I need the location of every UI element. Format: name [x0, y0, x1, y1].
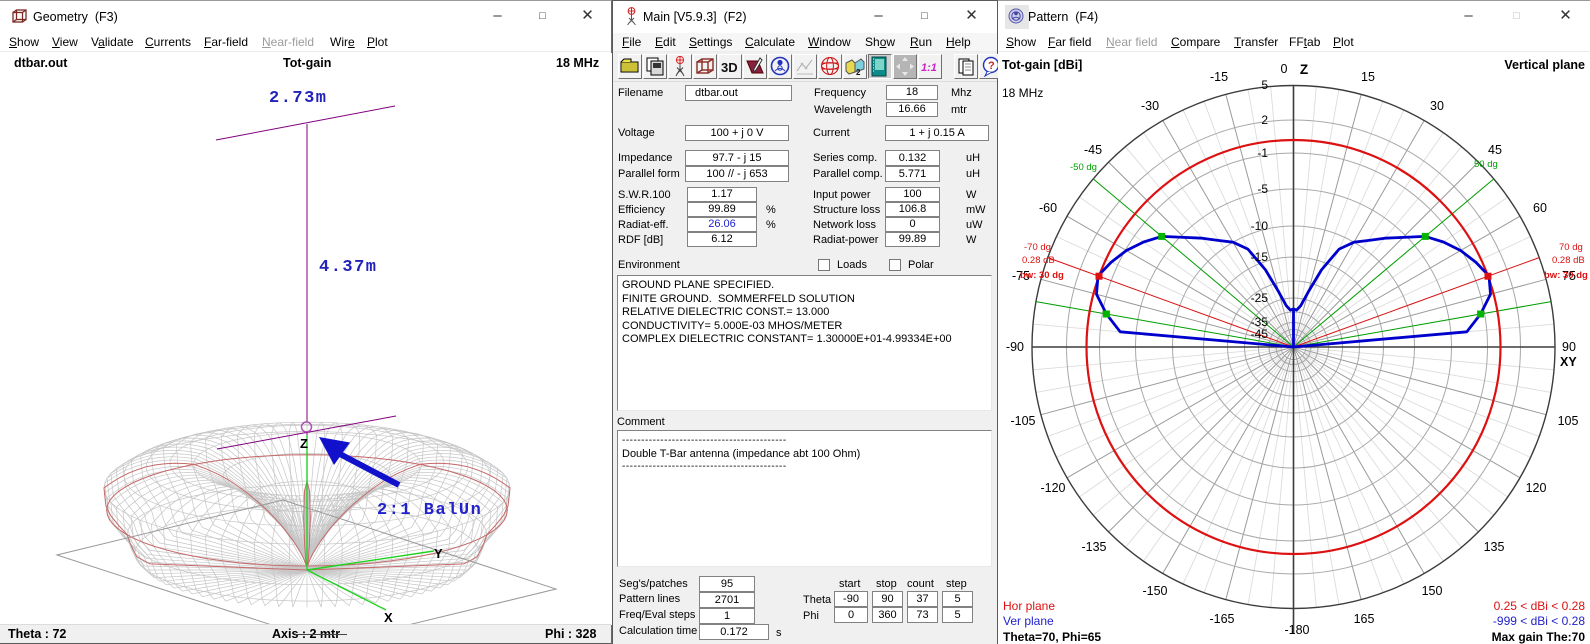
svg-text:Max gain The:70: Max gain The:70 [1492, 630, 1586, 644]
svg-text:30: 30 [1430, 99, 1444, 113]
svg-text:XY: XY [1560, 355, 1577, 369]
svg-text:-150: -150 [1142, 584, 1167, 598]
svg-text:45: 45 [1488, 143, 1502, 157]
svg-text:-30: -30 [1141, 99, 1159, 113]
svg-text:120: 120 [1526, 481, 1547, 495]
svg-text:-1: -1 [1257, 146, 1268, 160]
svg-text:2.73m: 2.73m [269, 89, 328, 108]
svg-text:-90: -90 [1006, 340, 1024, 354]
svg-text:4.37m: 4.37m [319, 258, 378, 277]
svg-text:70 dg: 70 dg [1559, 242, 1583, 253]
svg-text:50 dg: 50 dg [1474, 159, 1498, 170]
svg-text:-45: -45 [1251, 327, 1269, 341]
svg-text:-105: -105 [1010, 414, 1035, 428]
svg-text:-50 dg: -50 dg [1070, 162, 1097, 173]
svg-text:165: 165 [1354, 612, 1375, 626]
svg-text:Z: Z [300, 436, 308, 451]
svg-text:-180: -180 [1284, 623, 1309, 637]
svg-text:60: 60 [1533, 201, 1547, 215]
svg-text:0: 0 [1281, 62, 1288, 76]
svg-text:105: 105 [1558, 414, 1579, 428]
svg-text:0.25 < dBi < 0.28: 0.25 < dBi < 0.28 [1494, 599, 1586, 613]
svg-text:2:1 BalUn: 2:1 BalUn [377, 501, 482, 520]
svg-text:-45: -45 [1084, 143, 1102, 157]
svg-text:Ver plane: Ver plane [1003, 614, 1054, 628]
svg-text:-165: -165 [1209, 612, 1234, 626]
svg-text:-135: -135 [1081, 540, 1106, 554]
svg-text:-15: -15 [1210, 70, 1228, 84]
svg-text:X: X [384, 610, 393, 625]
svg-text:0.28 dB: 0.28 dB [1022, 255, 1055, 266]
svg-text:-5: -5 [1257, 182, 1268, 196]
svg-text:-60: -60 [1039, 201, 1057, 215]
svg-text:bw: 30 dg: bw: 30 dg [1544, 270, 1588, 281]
svg-text:15: 15 [1361, 70, 1375, 84]
svg-text:5: 5 [1261, 78, 1268, 92]
svg-text:90: 90 [1562, 340, 1576, 354]
svg-text:-15: -15 [1251, 250, 1269, 264]
svg-text:Theta=70, Phi=65: Theta=70, Phi=65 [1003, 630, 1101, 644]
svg-text:135: 135 [1484, 540, 1505, 554]
svg-text:150: 150 [1422, 584, 1443, 598]
svg-text:bw: 30 dg: bw: 30 dg [1020, 270, 1064, 281]
svg-text:Z: Z [1300, 62, 1308, 77]
svg-text:Y: Y [434, 546, 443, 561]
svg-text:2: 2 [1261, 113, 1268, 127]
svg-text:-999 < dBi < 0.28: -999 < dBi < 0.28 [1493, 614, 1585, 628]
svg-text:-10: -10 [1251, 219, 1269, 233]
svg-text:-70 dg: -70 dg [1024, 242, 1051, 253]
svg-text:-25: -25 [1251, 291, 1269, 305]
svg-text:0.28 dB: 0.28 dB [1552, 255, 1585, 266]
svg-text:Hor plane: Hor plane [1003, 599, 1055, 613]
svg-text:-120: -120 [1040, 481, 1065, 495]
